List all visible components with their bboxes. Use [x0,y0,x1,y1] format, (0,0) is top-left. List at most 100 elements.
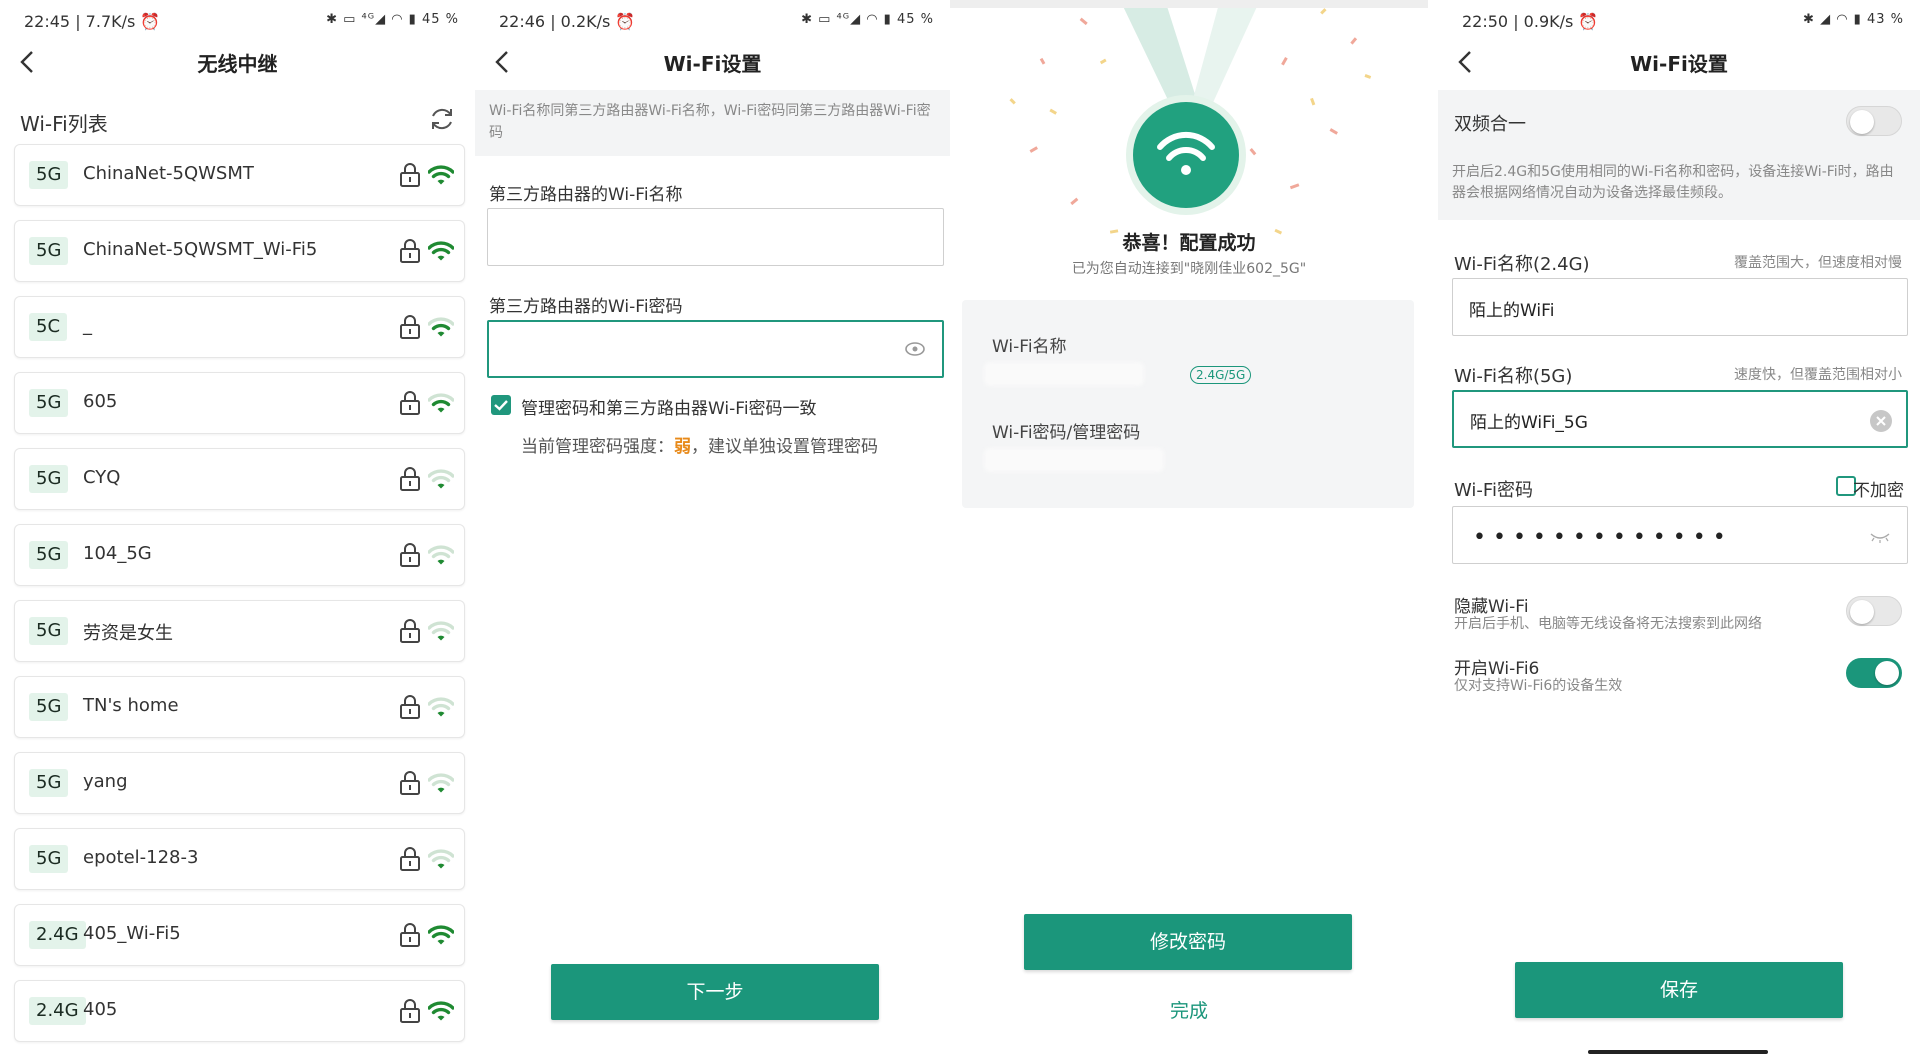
refresh-icon[interactable] [427,104,457,134]
wifi-ssid: ChinaNet-5QWSMT [83,163,254,184]
wifi6-note: 仅对支持Wi-Fi6的设备生效 [1454,678,1623,694]
wifi-list-item[interactable]: 5G ChinaNet-5QWSMT [14,144,465,206]
wifi-list-item[interactable]: 5G TN's home [14,676,465,738]
status-time: 22:46 | 0.2K/s ⏰ [499,12,636,31]
wifi-password-value-redacted [984,448,1164,472]
wifi-signal-icon [427,772,455,794]
ssid-input[interactable] [488,209,870,267]
wifi-signal-icon [427,1000,455,1022]
password-field[interactable]: ••••••••••••• [1452,506,1908,564]
wifi-signal-icon [427,316,455,338]
wifi-ssid: 405_Wi-Fi5 [83,923,181,944]
wifi-signal-icon [427,164,455,186]
clear-icon[interactable] [1870,410,1892,432]
lock-icon [398,998,422,1024]
ssid-5g-field[interactable] [1452,390,1908,448]
status-bar: 22:45 | 7.7K/s ⏰ ✱ ▭ ⁴ᴳ◢ ◠ ▮ 45 % [0,6,475,38]
toggle-knob [1850,600,1874,624]
password-field-label: 第三方路由器的Wi-Fi密码 [489,297,683,317]
ssid-5g-input[interactable] [1454,392,1834,448]
ssid-field[interactable] [487,208,944,267]
ssid-field-label: 第三方路由器的Wi-Fi名称 [489,185,683,205]
wifi-ssid: yang [83,771,128,792]
eye-closed-icon[interactable] [1869,529,1891,545]
strength-prefix: 当前管理密码强度： [521,437,674,457]
band-badge: 5G [29,617,69,645]
lock-icon [398,542,422,568]
lock-icon [398,314,422,340]
hint-text: Wi-Fi名称同第三方路由器Wi-Fi名称，Wi-Fi密码同第三方路由器Wi-F… [475,90,950,156]
ssid-5g-note: 速度快，但覆盖范围相对小 [1734,367,1902,383]
wifi-list-item[interactable]: 5G CYQ [14,448,465,510]
wifi-ssid: epotel-128-3 [83,847,199,868]
lock-icon [398,770,422,796]
wifi-list-header: Wi-Fi列表 [20,100,457,136]
check-icon [494,400,508,411]
dual-band-label: 双频合一 [1454,114,1526,135]
band-badge: 2.4G [29,997,86,1025]
status-icons: ✱ ▭ ⁴ᴳ◢ ◠ ▮ 45 % [326,12,459,27]
status-bar: 22:46 | 0.2K/s ⏰ ✱ ▭ ⁴ᴳ◢ ◠ ▮ 45 % [475,6,950,38]
status-bar: 22:50 | 0.9K/s ⏰ ✱ ◢ ◠ ▮ 43 % [1438,6,1920,38]
band-badge: 5G [29,389,69,417]
band-badge: 5G [29,845,69,873]
save-button[interactable]: 保存 [1515,962,1843,1018]
relay-screen: 22:45 | 7.7K/s ⏰ ✱ ▭ ⁴ᴳ◢ ◠ ▮ 45 % 无线中继 W… [0,0,475,1054]
wifi-settings-screen: 22:46 | 0.2K/s ⏰ ✱ ▭ ⁴ᴳ◢ ◠ ▮ 45 % Wi-Fi设… [475,0,950,1054]
band-tag: 2.4G/5G [1190,366,1252,384]
toggle-knob [1875,661,1899,685]
page-title: Wi-Fi设置 [663,52,762,76]
wifi-list-item[interactable]: 5G 605 [14,372,465,434]
hidden-wifi-toggle[interactable] [1846,596,1902,626]
nav-bar: Wi-Fi设置 [1438,40,1920,86]
ssid-24g-field[interactable] [1452,278,1908,337]
success-subtitle: 已为您自动连接到"晓刚佳业602_5G" [1071,261,1307,277]
lock-icon [398,466,422,492]
lock-icon [398,618,422,644]
done-button[interactable]: 完成 [950,996,1428,1023]
password-dots[interactable]: ••••••••••••• [1473,525,1733,550]
wifi-list-item[interactable]: 5G ChinaNet-5QWSMT_Wi-Fi5 [14,220,465,282]
ssid-24g-input[interactable] [1453,279,1835,337]
password-field[interactable] [487,320,944,378]
next-button[interactable]: 下一步 [551,964,879,1020]
wifi-list-item[interactable]: 5G 104_5G [14,524,465,586]
dual-band-toggle[interactable] [1846,106,1902,136]
wifi-signal-icon [427,468,455,490]
hidden-wifi-note: 开启后手机、电脑等无线设备将无法搜索到此网络 [1454,616,1762,632]
wifi-ssid: 劳资是女生 [83,623,173,644]
status-time: 22:45 | 7.7K/s ⏰ [24,12,161,31]
wifi-list-item[interactable]: 5G 劳资是女生 [14,600,465,662]
wifi-list-item[interactable]: 5C _ [14,296,465,358]
eye-icon[interactable] [904,341,926,357]
wifi-signal-icon [427,544,455,566]
wifi-ssid: TN's home [83,695,179,716]
change-password-button[interactable]: 修改密码 [1024,914,1352,970]
wifi6-toggle[interactable] [1846,658,1902,688]
dual-band-note: 开启后2.4G和5G使用相同的Wi-Fi名称和密码，设备连接Wi-Fi时，路由器… [1452,164,1894,201]
nav-bar: Wi-Fi设置 [475,40,950,86]
success-title: 恭喜！配置成功 [1122,232,1256,254]
same-password-checkbox[interactable] [491,395,511,415]
ssid-5g-label: Wi-Fi名称(5G) [1454,366,1573,387]
ssid-24g-label: Wi-Fi名称(2.4G) [1454,254,1590,275]
success-screen: 恭喜！配置成功 已为您自动连接到"晓刚佳业602_5G" Wi-Fi名称 2.4… [950,0,1428,1054]
wifi-list-item[interactable]: 2.4G 405 [14,980,465,1042]
password-input[interactable] [489,322,870,378]
lock-icon [398,846,422,872]
wifi-list: 5G ChinaNet-5QWSMT 5G ChinaNet-5QWSMT_Wi-Fi… [14,144,465,1054]
wifi-list-item[interactable]: 5G yang [14,752,465,814]
wifi-name-label: Wi-Fi名称 [992,337,1067,357]
wifi-ssid: 104_5G [83,543,152,564]
band-badge: 5G [29,161,69,189]
band-badge: 5G [29,693,69,721]
wifi-signal-icon [427,848,455,870]
lock-icon [398,238,422,264]
status-time: 22:50 | 0.9K/s ⏰ [1462,12,1599,31]
lock-icon [398,694,422,720]
wifi-list-item[interactable]: 5G epotel-128-3 [14,828,465,890]
lock-icon [398,390,422,416]
password-label: Wi-Fi密码 [1454,480,1533,501]
wifi-list-item[interactable]: 2.4G 405_Wi-Fi5 [14,904,465,966]
wifi-ssid: _ [83,315,92,336]
